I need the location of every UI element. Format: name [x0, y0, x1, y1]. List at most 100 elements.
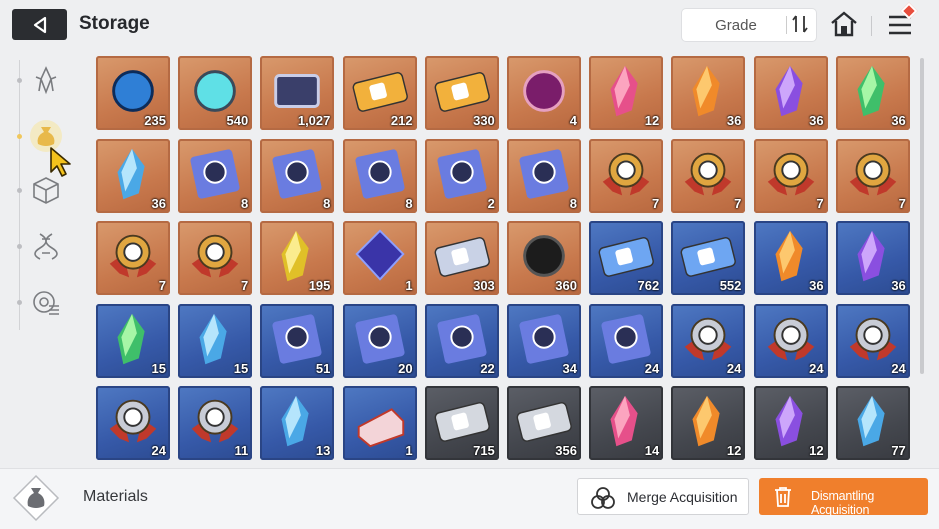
item-slot[interactable]: 8	[507, 138, 581, 213]
item-slot[interactable]: 235	[96, 56, 170, 130]
item-count: 15	[233, 360, 249, 376]
home-icon[interactable]	[829, 10, 859, 38]
dismantling-acquisition-button[interactable]: Dismantling Acquisition	[759, 478, 928, 517]
item-slot[interactable]: 36	[753, 221, 828, 295]
item-slot[interactable]: 4	[507, 56, 581, 130]
item-slot[interactable]: 15	[178, 303, 253, 378]
item-slot[interactable]: 24	[589, 303, 664, 378]
item-slot[interactable]: 7	[589, 138, 664, 213]
merge-acquisition-label: Merge Acquisition	[627, 489, 738, 505]
merge-icon	[591, 487, 615, 509]
item-slot[interactable]: 7	[835, 138, 910, 213]
item-slot[interactable]: 1	[342, 221, 417, 295]
category-label: Materials	[83, 488, 148, 505]
item-slot[interactable]: 12	[753, 386, 828, 460]
item-slot[interactable]: 15	[96, 303, 170, 378]
item-count: 1	[405, 278, 413, 293]
item-count: 36	[151, 195, 166, 211]
item-count: 13	[315, 443, 331, 458]
item-slot[interactable]: 77	[835, 386, 910, 460]
item-count: 356	[555, 443, 577, 458]
item-slot[interactable]: 36	[753, 56, 828, 130]
item-count: 4	[569, 113, 577, 128]
skill-book-shield-icon	[272, 148, 322, 199]
item-count: 715	[473, 443, 495, 458]
item-slot[interactable]: 195	[260, 221, 335, 295]
item-slot[interactable]: 762	[589, 221, 664, 295]
item-slot[interactable]: 36	[96, 138, 170, 213]
sidebar-dot	[17, 300, 22, 305]
item-slot[interactable]: 12	[589, 56, 664, 130]
gold-medal-cross-icon	[849, 152, 897, 195]
item-grid: 235 540 1,027 212 330 4 12 36 36 36 36 8 8 8 2 8 7 7 7 7 7 7 1…	[96, 56, 916, 461]
item-slot[interactable]: 303	[424, 221, 499, 295]
item-slot[interactable]: 8	[342, 138, 417, 213]
grid-scrollbar[interactable]	[920, 58, 924, 374]
sidebar-dot	[17, 244, 22, 249]
item-slot[interactable]: 51	[260, 303, 335, 378]
item-slot[interactable]: 360	[507, 221, 581, 295]
item-slot[interactable]: 36	[835, 56, 910, 130]
item-slot[interactable]: 1	[342, 386, 417, 460]
sort-divider	[786, 16, 787, 34]
sidebar-item-chip[interactable]	[28, 284, 64, 320]
item-slot[interactable]: 8	[260, 138, 335, 213]
back-arrow-icon	[33, 16, 46, 33]
item-count: 15	[151, 360, 166, 376]
sidebar-dot-active	[17, 134, 22, 139]
item-slot[interactable]: 1,027	[260, 56, 335, 130]
item-slot[interactable]: 36	[835, 221, 910, 295]
top-bar: Storage Grade	[0, 0, 939, 50]
item-count: 8	[240, 195, 249, 211]
item-slot[interactable]: 356	[507, 386, 581, 460]
item-count: 8	[323, 195, 331, 211]
item-slot[interactable]: 7	[671, 138, 746, 213]
item-count: 36	[809, 113, 824, 128]
item-slot[interactable]: 7	[178, 221, 253, 295]
item-slot[interactable]: 2	[424, 138, 499, 213]
item-count: 51	[315, 360, 331, 376]
item-slot[interactable]: 8	[178, 138, 253, 213]
item-slot[interactable]: 24	[96, 386, 170, 460]
item-slot[interactable]: 552	[671, 221, 746, 295]
item-slot[interactable]: 36	[671, 56, 746, 130]
header-divider	[871, 16, 872, 36]
sidebar-item-dna[interactable]	[28, 228, 64, 264]
item-count: 7	[240, 278, 249, 293]
item-count: 36	[891, 113, 906, 128]
item-slot[interactable]: 24	[753, 303, 828, 378]
dna-icon	[34, 233, 58, 260]
item-count: 36	[809, 278, 824, 293]
item-slot[interactable]: 14	[589, 386, 664, 460]
item-count: 36	[891, 278, 906, 293]
gold-medal-compass-icon	[109, 234, 157, 278]
item-slot[interactable]: 12	[671, 386, 746, 460]
item-slot[interactable]: 11	[178, 386, 253, 460]
item-slot[interactable]: 212	[342, 56, 417, 130]
item-count: 552	[719, 278, 742, 293]
item-slot[interactable]: 24	[671, 303, 746, 378]
trash-icon	[775, 487, 791, 507]
item-slot[interactable]: 20	[342, 303, 417, 378]
chip-icon	[33, 291, 59, 315]
item-slot[interactable]: 24	[835, 303, 910, 378]
item-slot[interactable]: 540	[178, 56, 253, 130]
item-slot[interactable]: 715	[424, 386, 499, 460]
skill-book-target-icon	[355, 148, 405, 199]
item-slot[interactable]: 7	[96, 221, 170, 295]
item-slot[interactable]: 22	[424, 303, 499, 378]
merge-acquisition-button[interactable]: Merge Acquisition	[577, 478, 749, 515]
crystal-icon	[35, 66, 57, 95]
item-count: 195	[308, 278, 331, 293]
item-slot[interactable]: 34	[507, 303, 581, 378]
item-count: 22	[480, 360, 495, 376]
item-count: 24	[644, 360, 660, 376]
back-button[interactable]	[12, 9, 67, 40]
sidebar-item-crystal[interactable]	[28, 62, 64, 98]
item-slot[interactable]: 7	[753, 138, 828, 213]
sort-order-icon[interactable]	[791, 13, 809, 35]
item-slot[interactable]: 330	[424, 56, 499, 130]
item-slot[interactable]: 13	[260, 386, 335, 460]
gold-medal-target-icon	[767, 152, 814, 195]
item-count: 540	[226, 113, 249, 128]
